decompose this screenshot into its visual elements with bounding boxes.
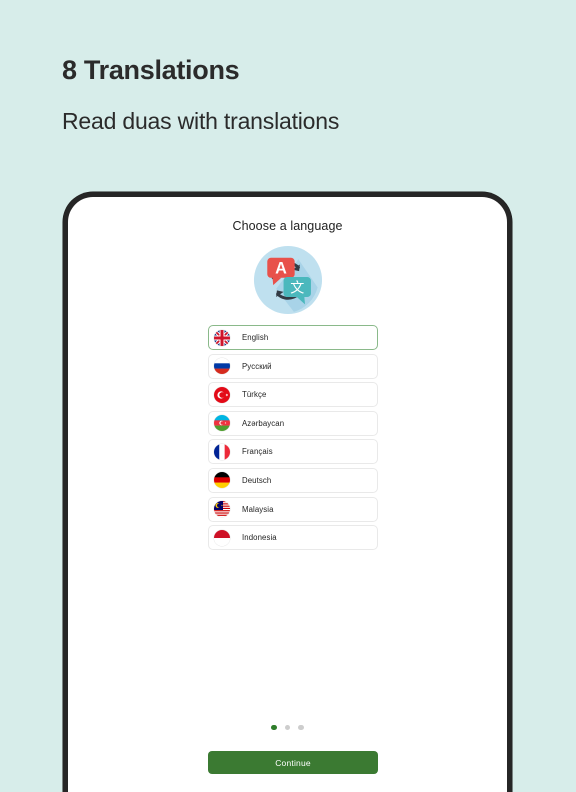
pagination-dot-2[interactable] (284, 724, 291, 730)
phone-mockup: Choose a language A 文 English Русский Tü… (63, 192, 512, 792)
language-row-français[interactable]: Français (208, 439, 378, 465)
flag-indonesia-icon (214, 529, 230, 546)
language-label: Deutsch (242, 475, 272, 485)
flag-russia-icon (214, 358, 230, 375)
flag-uk-icon (214, 329, 230, 346)
pagination-dot-3[interactable] (298, 724, 304, 730)
language-row-malaysia[interactable]: Malaysia (208, 496, 378, 522)
pagination-dot-1[interactable] (271, 724, 277, 730)
language-row-english[interactable]: English (208, 325, 378, 350)
flag-malaysia-icon (214, 501, 230, 518)
language-row-türkçe[interactable]: Türkçe (208, 382, 378, 408)
language-label: Indonesia (242, 533, 277, 543)
language-row-русский[interactable]: Русский (208, 353, 378, 379)
translate-icon: A 文 (253, 245, 322, 315)
flag-azerbaijan-icon (214, 415, 230, 432)
language-row-azərbaycan[interactable]: Azərbaycan (208, 410, 378, 436)
continue-button[interactable]: Continue (208, 751, 378, 774)
language-label: English (242, 333, 269, 342)
language-label: Azərbaycan (242, 418, 285, 428)
flag-france-icon (214, 443, 230, 460)
language-label: Français (242, 447, 273, 457)
svg-text:文: 文 (290, 281, 304, 297)
language-list[interactable]: English Русский Türkçe Azərbaycan Français De… (208, 325, 378, 554)
flag-turkey-icon (214, 386, 230, 403)
page-title: 8 Translations (62, 55, 240, 85)
phone-screen: Choose a language A 文 English Русский Tü… (68, 197, 507, 792)
language-label: Malaysia (242, 504, 274, 514)
screen-title: Choose a language (232, 219, 343, 233)
language-row-deutsch[interactable]: Deutsch (208, 467, 378, 493)
language-label: Türkçe (242, 390, 267, 400)
language-row-indonesia[interactable]: Indonesia (208, 525, 378, 551)
promo-header: 8 Translations Read duas with translatio… (62, 55, 522, 134)
translate-icon-wrapper: A 文 (68, 243, 507, 317)
pagination-dots[interactable] (68, 724, 507, 730)
language-label: Русский (242, 361, 272, 371)
flag-germany-icon (214, 472, 230, 489)
svg-text:A: A (275, 259, 287, 277)
page-subtitle: Read duas with translations (62, 107, 340, 134)
